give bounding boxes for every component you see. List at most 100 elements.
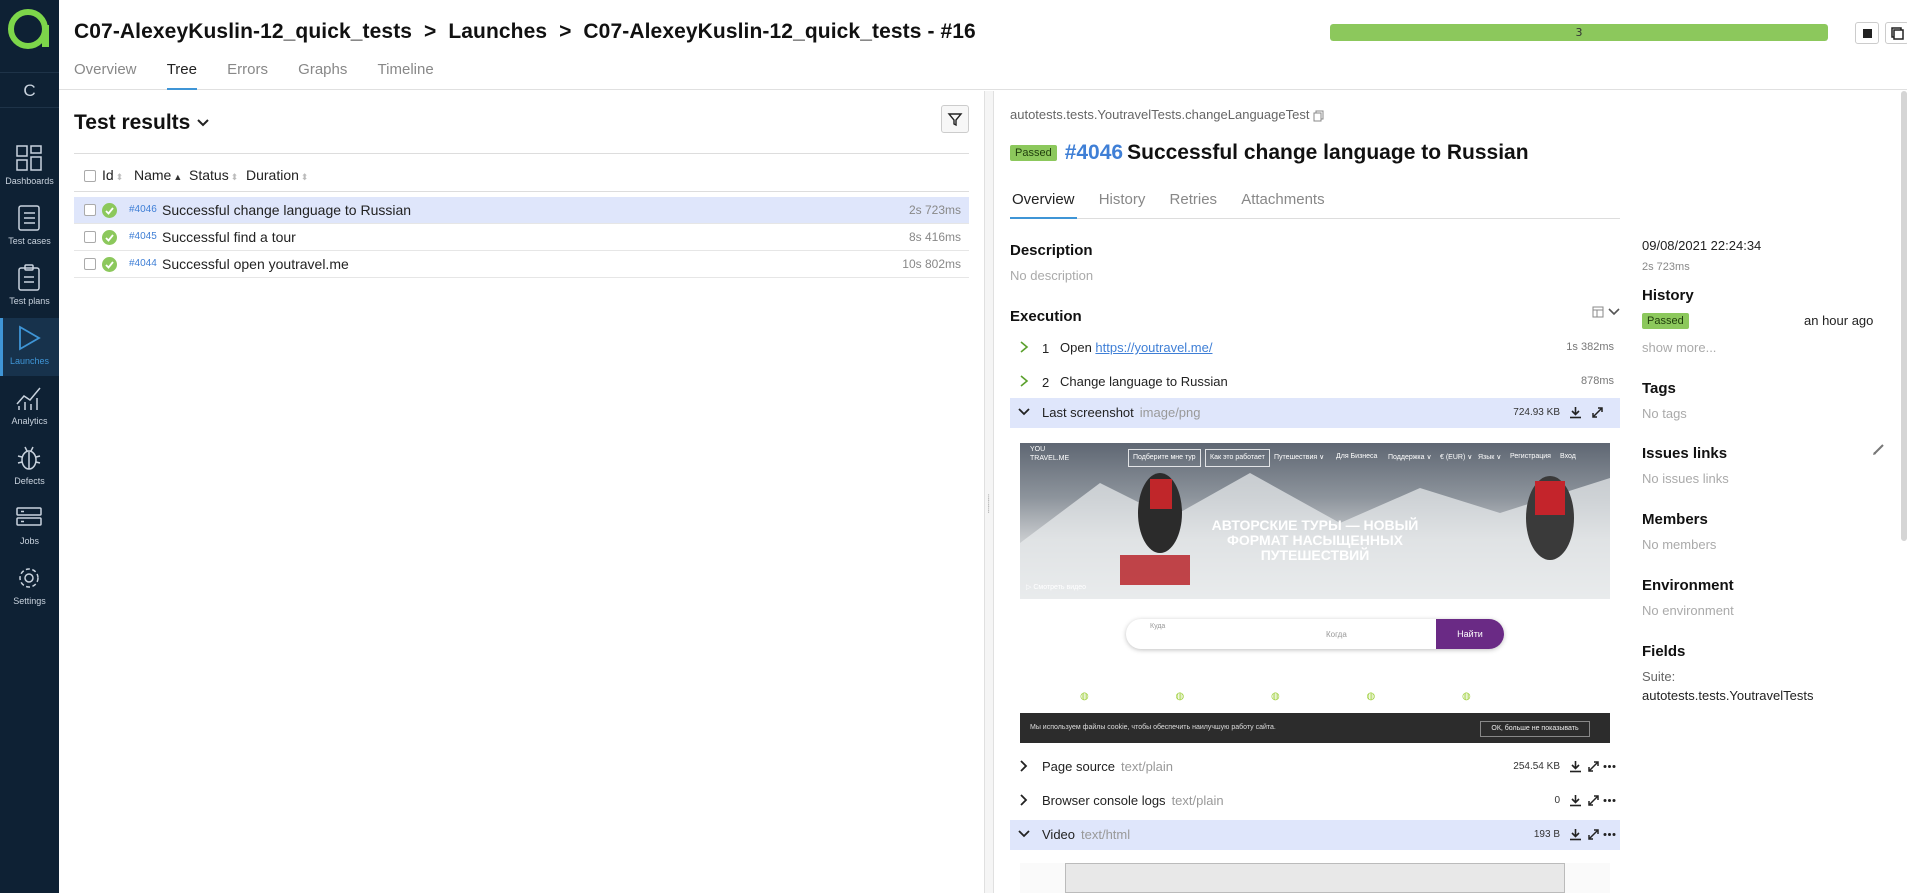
tab-overview[interactable]: Overview: [74, 60, 137, 90]
launch-menu-button[interactable]: [1885, 22, 1907, 44]
tab-tree[interactable]: Tree: [166, 60, 197, 90]
step-link[interactable]: https://youtravel.me/: [1095, 340, 1212, 355]
sidebar-item-label: Defects: [14, 476, 45, 486]
attachment-size: 254.54 KB: [1513, 761, 1560, 772]
expand-icon[interactable]: [1591, 406, 1604, 419]
expand-icon[interactable]: [1587, 794, 1600, 807]
table-header: Id ⬍ Name ▲ Status ⬍ Duration ⬍: [74, 162, 969, 192]
filter-button[interactable]: [941, 105, 969, 133]
stop-launch-button[interactable]: [1855, 22, 1879, 44]
test-cases-icon: [18, 205, 40, 231]
chevron-right-icon: [1020, 794, 1028, 806]
step-text-label: Open: [1060, 340, 1096, 355]
expand-icon[interactable]: [1587, 828, 1600, 841]
tab-graphs[interactable]: Graphs: [298, 60, 347, 90]
attachment-row[interactable]: Browser console logs text/plain 0: [1010, 786, 1620, 816]
table-row[interactable]: #4044 Successful open youtravel.me 10s 8…: [74, 251, 969, 278]
download-icon[interactable]: [1569, 760, 1582, 773]
find-button-preview: Найти: [1436, 619, 1504, 649]
more-icon[interactable]: [1603, 794, 1616, 807]
launch-progress-bar: 3: [1330, 24, 1828, 41]
download-icon[interactable]: [1569, 406, 1582, 419]
test-title: Successful change language to Russian: [1127, 141, 1529, 164]
row-checkbox[interactable]: [84, 258, 96, 270]
row-duration: 2s 723ms: [908, 203, 961, 217]
chevron-down-icon[interactable]: [1608, 306, 1620, 318]
jobs-icon: [16, 507, 42, 526]
execution-step[interactable]: 1 Open https://youtravel.me/ 1s 382ms: [1010, 334, 1620, 362]
video-browser-frame: [1065, 863, 1565, 893]
attachment-row[interactable]: Page source text/plain 254.54 KB: [1010, 752, 1620, 782]
tab-history[interactable]: History: [1097, 191, 1148, 219]
breadcrumb-project[interactable]: C07-AlexeyKuslin-12_quick_tests: [74, 20, 412, 43]
table-row[interactable]: #4045 Successful find a tour 8s 416ms: [74, 224, 969, 251]
screenshot-hero-text: АВТОРСКИЕ ТУРЫ — НОВЫЙ ФОРМАТ НАСЫЩЕННЫХ…: [1211, 517, 1419, 563]
nav-how-it-works: Как это работает: [1205, 449, 1270, 467]
tab-overview[interactable]: Overview: [1010, 191, 1077, 219]
detail-scrollbar[interactable]: [1901, 91, 1907, 541]
row-test-name: Successful change language to Russian: [162, 202, 412, 218]
download-icon[interactable]: [1569, 828, 1582, 841]
attachment-row[interactable]: Video text/html 193 B: [1010, 820, 1620, 850]
row-checkbox[interactable]: [84, 231, 96, 243]
tab-timeline[interactable]: Timeline: [378, 60, 434, 90]
sort-icon: ⬍: [115, 172, 124, 182]
description-value: No description: [1010, 268, 1094, 283]
breadcrumb-launches[interactable]: Launches: [448, 20, 547, 43]
feature-icons-row: ◍ ◍ ◍ ◍ ◍: [1080, 691, 1471, 702]
copy-icon[interactable]: [1313, 110, 1325, 122]
more-icon[interactable]: [1603, 828, 1616, 841]
sidebar-item-settings[interactable]: Settings: [0, 558, 59, 616]
breadcrumb-separator: >: [424, 20, 437, 43]
row-checkbox[interactable]: [84, 204, 96, 216]
layout-icon[interactable]: [1592, 306, 1604, 318]
show-more-link[interactable]: show more...: [1642, 340, 1716, 355]
tab-attachments[interactable]: Attachments: [1239, 191, 1326, 219]
select-all-checkbox[interactable]: [84, 170, 96, 182]
history-status-badge[interactable]: Passed: [1642, 313, 1689, 329]
sidebar-item-defects[interactable]: Defects: [0, 438, 59, 496]
expand-icon[interactable]: [1587, 760, 1600, 773]
attachment-type: image/png: [1139, 405, 1201, 420]
sidebar-item-test-plans[interactable]: Test plans: [0, 258, 59, 316]
column-name-label: Name: [134, 167, 172, 183]
download-icon[interactable]: [1569, 794, 1582, 807]
sidebar-item-label: Analytics: [11, 416, 48, 426]
row-test-name: Successful find a tour: [162, 229, 296, 245]
execution-toolbar: [1592, 305, 1622, 319]
column-name[interactable]: Name ▲: [134, 167, 182, 183]
nav-item: Вход: [1560, 453, 1576, 460]
sidebar-item-launches[interactable]: Launches: [0, 318, 59, 376]
layers-icon: [1891, 27, 1904, 40]
chevron-down-icon: [196, 118, 210, 128]
tab-errors[interactable]: Errors: [227, 60, 268, 90]
table-row[interactable]: #4046 Successful change language to Russ…: [74, 197, 969, 224]
sidebar-item-test-cases[interactable]: Test cases: [0, 198, 59, 256]
column-duration-label: Duration: [246, 167, 299, 183]
settings-icon: [19, 568, 39, 588]
sidebar-item-analytics[interactable]: Analytics: [0, 378, 59, 436]
column-id[interactable]: Id ⬍: [102, 167, 123, 183]
page-header: C07-AlexeyKuslin-12_quick_tests > Launch…: [59, 0, 1907, 90]
execution-step[interactable]: 2 Change language to Russian 878ms: [1010, 368, 1620, 396]
watch-video-text: Смотреть видео: [1033, 584, 1086, 591]
nav-pick-tour: Подберите мне тур: [1128, 449, 1201, 467]
tab-retries[interactable]: Retries: [1168, 191, 1220, 219]
test-full-name-text: autotests.tests.YoutravelTests.changeLan…: [1010, 107, 1310, 122]
sidebar-item-dashboards[interactable]: Dashboards: [0, 138, 59, 196]
sidebar-item-label: Test plans: [9, 296, 50, 306]
allure-logo-icon[interactable]: [6, 7, 50, 51]
attachment-row[interactable]: Last screenshot image/png 724.93 KB: [1010, 398, 1620, 428]
screenshot-preview[interactable]: YOU TRAVEL.ME Подберите мне тур Как это р…: [1020, 443, 1610, 747]
more-icon[interactable]: [1603, 760, 1616, 773]
test-results-title[interactable]: Test results: [74, 111, 210, 135]
column-duration[interactable]: Duration ⬍: [246, 167, 308, 183]
video-preview[interactable]: [1020, 863, 1610, 893]
launches-icon: [19, 325, 41, 351]
test-id: #4046: [1064, 141, 1124, 164]
panel-resize-handle[interactable]: ⁞ ⁞ ⁞: [984, 91, 994, 893]
sidebar-item-jobs[interactable]: Jobs: [0, 498, 59, 556]
edit-pencil-icon[interactable]: [1872, 443, 1885, 456]
column-status[interactable]: Status ⬍: [189, 167, 238, 183]
sidebar-collapse-toggle[interactable]: C: [0, 72, 59, 108]
